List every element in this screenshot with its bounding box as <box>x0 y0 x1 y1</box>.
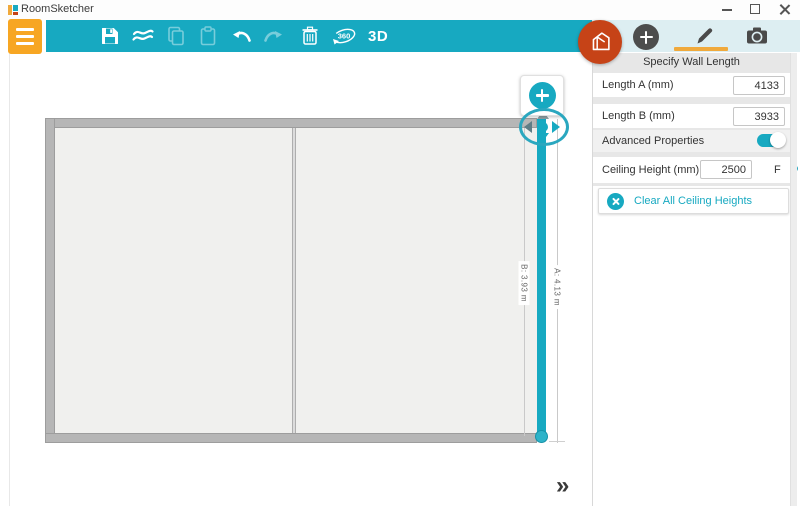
title-bar: RoomSketcher <box>0 0 800 20</box>
paste-icon <box>199 26 217 46</box>
toggle-knob[interactable] <box>770 132 786 148</box>
toolbar: 360 3D <box>46 20 592 52</box>
delete-button[interactable] <box>301 26 319 46</box>
view-3d-button[interactable]: 3D <box>368 26 388 46</box>
undo-icon <box>230 28 252 44</box>
panel-header: Specify Wall Length <box>593 53 790 71</box>
wall-left[interactable] <box>45 118 55 443</box>
dimension-label-a[interactable]: A: 4.13 m <box>552 265 563 309</box>
x-circle-icon <box>607 193 624 210</box>
wall-top[interactable] <box>45 118 537 128</box>
draw-walls-button[interactable] <box>131 26 155 46</box>
ceiling-height-input[interactable] <box>700 160 752 179</box>
tab-add[interactable] <box>633 24 659 50</box>
tab-edit[interactable] <box>694 25 716 47</box>
wall-selected[interactable] <box>537 119 546 438</box>
clear-ceiling-heights-button[interactable]: Clear All Ceiling Heights <box>598 188 789 214</box>
active-tab-underline <box>674 47 728 51</box>
window-title: RoomSketcher <box>21 3 94 15</box>
floor-area[interactable] <box>55 128 537 433</box>
app-icon <box>7 4 19 16</box>
minimize-icon[interactable] <box>722 9 732 11</box>
ceiling-height-row: Ceiling Height (mm) <box>593 157 790 183</box>
length-b-label: Length B (mm) <box>602 110 675 122</box>
panel-title: Specify Wall Length <box>643 56 740 68</box>
undo-button[interactable] <box>230 26 252 46</box>
waves-icon <box>131 27 155 45</box>
plus-icon <box>529 82 556 109</box>
save-button[interactable] <box>100 26 120 46</box>
close-icon[interactable] <box>779 3 791 15</box>
main-menu-button[interactable] <box>8 19 42 54</box>
svg-text:360: 360 <box>338 32 351 41</box>
wall-bottom[interactable] <box>45 433 537 443</box>
dimension-label-b[interactable]: B: 3.93 m <box>519 261 530 305</box>
save-icon <box>100 26 120 46</box>
expand-panel-chevron[interactable]: » <box>556 472 569 500</box>
annotation-ellipse-wall-handle <box>519 108 569 146</box>
ceiling-height-suffix: F <box>774 164 781 176</box>
wall-endpoint-handle[interactable] <box>535 430 548 443</box>
trash-icon <box>301 26 319 46</box>
dimension-tick <box>549 441 565 442</box>
clear-ceiling-heights-label: Clear All Ceiling Heights <box>634 195 752 207</box>
canvas-left-edge <box>9 54 10 506</box>
length-a-label: Length A (mm) <box>602 79 674 91</box>
view-360-button[interactable]: 360 <box>330 26 358 46</box>
paste-button[interactable] <box>199 26 217 46</box>
redo-button[interactable] <box>263 26 285 46</box>
ceiling-height-label: Ceiling Height (mm) <box>602 164 699 176</box>
roomsketcher-logo <box>578 20 622 64</box>
roomsketcher-window: RoomSketcher <box>0 0 800 506</box>
view-360-icon: 360 <box>330 26 358 46</box>
tab-camera[interactable] <box>746 26 768 45</box>
advanced-properties-label: Advanced Properties <box>602 135 704 147</box>
pencil-icon <box>698 28 713 43</box>
copy-icon <box>166 26 186 46</box>
length-b-input[interactable] <box>733 107 785 126</box>
wall-divider[interactable] <box>292 128 296 433</box>
copy-button[interactable] <box>166 26 186 46</box>
menu-icon <box>16 28 34 31</box>
maximize-icon[interactable] <box>750 4 760 14</box>
redo-icon <box>263 28 285 44</box>
house-icon <box>586 28 614 56</box>
panel-scrollbar[interactable] <box>790 53 797 506</box>
length-a-input[interactable] <box>733 76 785 95</box>
